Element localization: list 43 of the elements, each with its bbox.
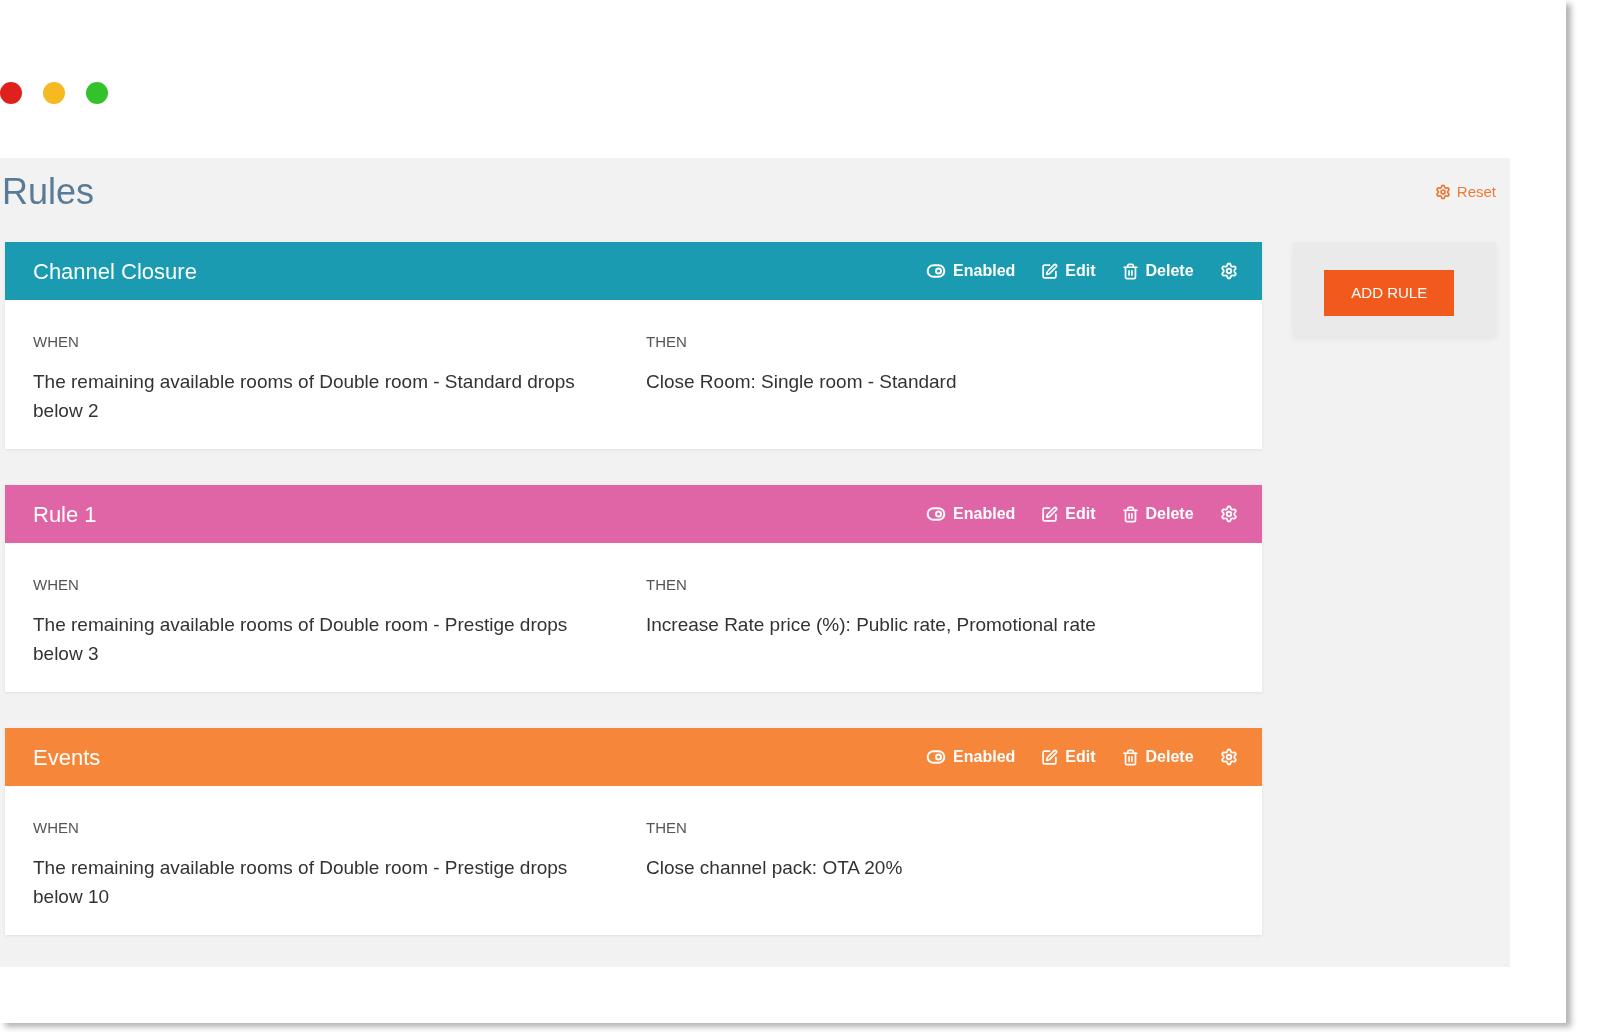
then-label: THEN [646, 575, 688, 595]
settings-button[interactable] [1219, 748, 1238, 766]
delete-button[interactable]: Delete [1121, 745, 1194, 769]
condition-text: The remaining available rooms of Double room - Prestige drops below 3 [33, 613, 569, 666]
delete-button[interactable]: Delete [1121, 502, 1194, 526]
edit-icon [1041, 262, 1059, 280]
maximize-icon[interactable] [86, 82, 108, 104]
rule-title: Channel Closure [33, 257, 197, 286]
settings-button[interactable] [1219, 505, 1238, 523]
page-title: Rules [2, 172, 95, 212]
edit-button[interactable]: Edit [1041, 745, 1096, 769]
trash-icon [1121, 748, 1139, 766]
action-text: Close Room: Single room - Standard [646, 370, 958, 394]
trash-icon [1121, 505, 1139, 523]
settings-icon [1219, 505, 1238, 523]
toggle-button[interactable]: Enabled [926, 259, 1016, 283]
gear-icon [1434, 184, 1451, 201]
trash-icon [1121, 262, 1139, 280]
toggle-button[interactable]: Enabled [926, 502, 1016, 526]
settings-icon [1219, 748, 1238, 766]
minimize-icon[interactable] [43, 82, 65, 104]
edit-icon [1041, 748, 1059, 766]
reset-link[interactable]: Reset [1434, 181, 1496, 204]
when-label: WHEN [33, 575, 80, 595]
settings-icon [1219, 262, 1238, 280]
rule-title: Rule 1 [33, 500, 97, 529]
edit-icon [1041, 505, 1059, 523]
action-text: Close channel pack: OTA 20% [646, 856, 904, 880]
then-label: THEN [646, 332, 688, 352]
settings-button[interactable] [1219, 262, 1238, 280]
edit-button[interactable]: Edit [1041, 259, 1096, 283]
rule-title: Events [33, 743, 101, 772]
action-text: Increase Rate price (%): Public rate, Promotional rate [646, 613, 1097, 637]
add-rule-button[interactable]: ADD RULE [1324, 270, 1455, 316]
delete-button[interactable]: Delete [1121, 259, 1194, 283]
condition-text: The remaining available rooms of Double room - Prestige drops below 10 [33, 856, 569, 909]
close-icon[interactable] [0, 82, 22, 104]
when-label: WHEN [33, 818, 80, 838]
when-label: WHEN [33, 332, 80, 352]
then-label: THEN [646, 818, 688, 838]
condition-text: The remaining available rooms of Double room - Standard drops below 2 [33, 370, 576, 423]
edit-button[interactable]: Edit [1041, 502, 1096, 526]
toggle-button[interactable]: Enabled [926, 745, 1016, 769]
